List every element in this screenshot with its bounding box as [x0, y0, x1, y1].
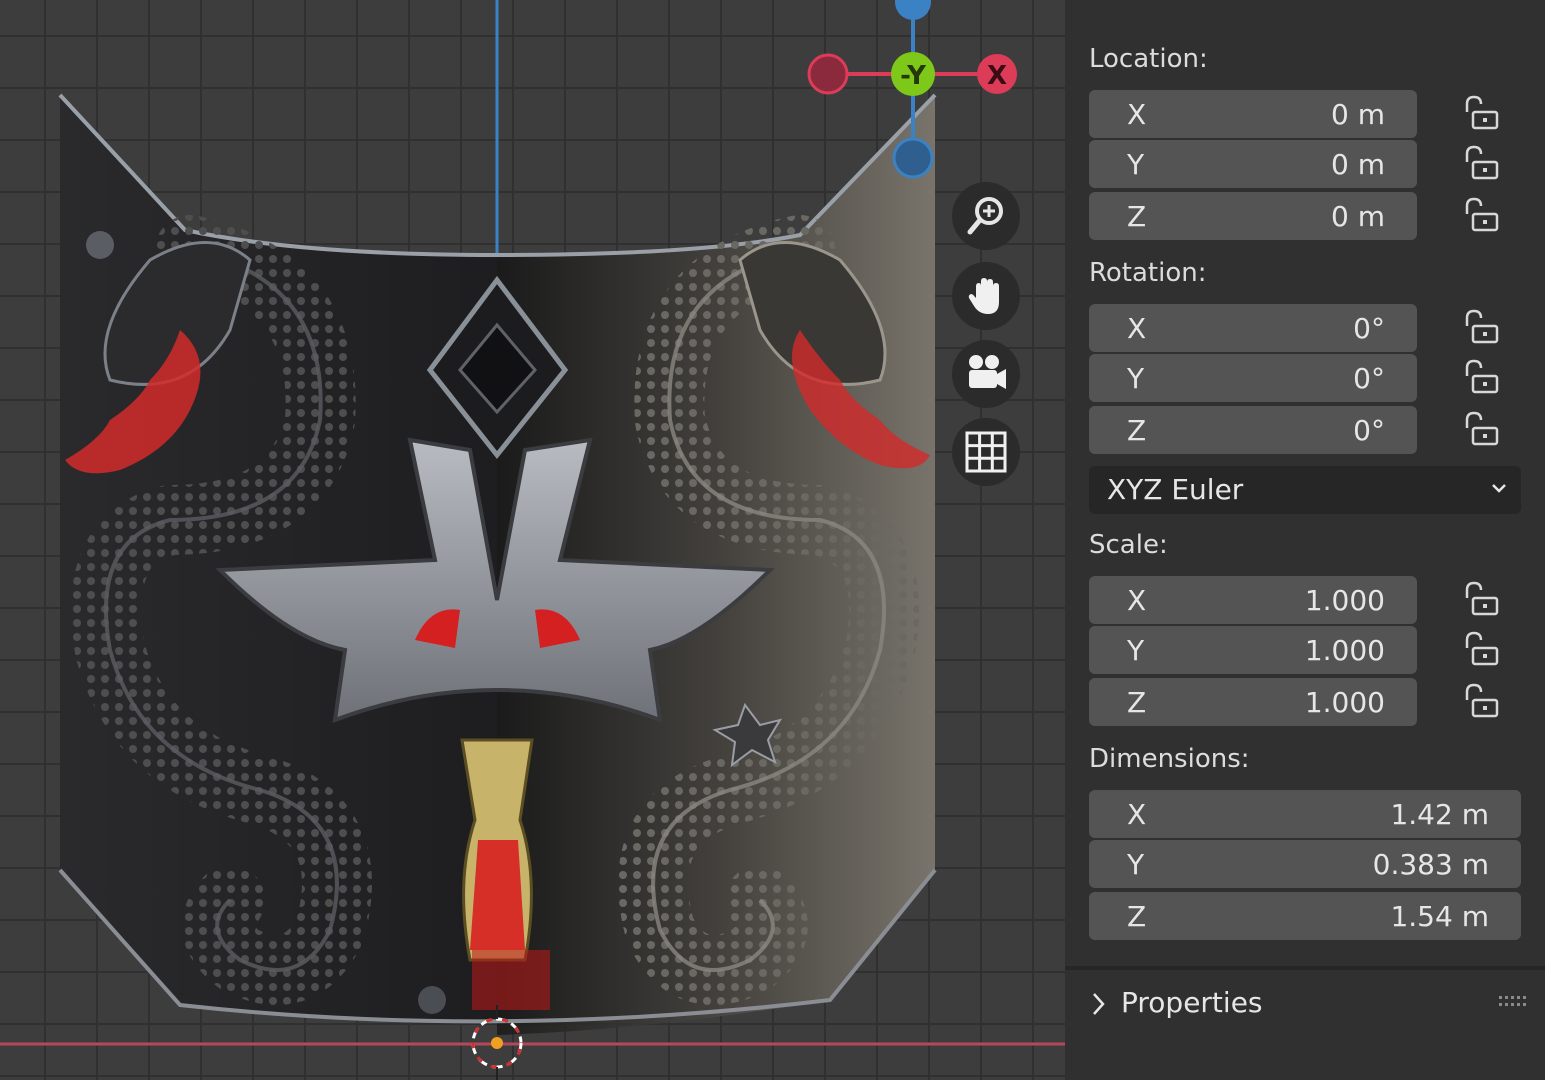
- location-x-value: 0 m: [1331, 98, 1385, 131]
- rotation-x-field[interactable]: X 0°: [1089, 304, 1417, 352]
- unlock-icon[interactable]: [1461, 410, 1501, 450]
- location-z-field[interactable]: Z 0 m: [1089, 192, 1417, 240]
- axis-label: Y: [1127, 362, 1145, 395]
- zoom-button[interactable]: [952, 182, 1020, 250]
- scale-x-field[interactable]: X 1.000: [1089, 576, 1417, 624]
- unlock-icon[interactable]: [1461, 682, 1501, 722]
- axis-label: Y: [1127, 634, 1145, 667]
- location-y-value: 0 m: [1331, 148, 1385, 181]
- camera-icon: [969, 355, 1006, 389]
- axis-label: X: [1127, 798, 1147, 831]
- gizmo-y-label: -Y: [900, 61, 927, 91]
- axis-label: Z: [1127, 900, 1147, 933]
- axis-label: Z: [1127, 686, 1147, 719]
- scale-z-value: 1.000: [1304, 686, 1385, 719]
- axis-label: X: [1127, 584, 1147, 617]
- ortho-toggle-button[interactable]: [952, 418, 1020, 486]
- scale-x-value: 1.000: [1304, 584, 1385, 617]
- z-negative-handle: [892, 137, 934, 179]
- grid-icon: [965, 431, 1007, 473]
- dimensions-x-field[interactable]: X 1.42 m: [1089, 790, 1521, 838]
- scale-label: Scale:: [1089, 530, 1168, 560]
- hand-pan-icon: [968, 278, 999, 314]
- axis-gizmo: X -Y: [807, 0, 1017, 179]
- dimensions-y-field[interactable]: Y 0.383 m: [1089, 840, 1521, 888]
- axis-label: X: [1127, 98, 1147, 131]
- axis-label: Y: [1127, 848, 1145, 881]
- dimensions-label: Dimensions:: [1089, 744, 1250, 774]
- dimensions-y-value: 0.383 m: [1372, 848, 1489, 881]
- unlock-icon[interactable]: [1461, 630, 1501, 670]
- pan-button[interactable]: [952, 262, 1020, 330]
- drag-grip-icon[interactable]: [1499, 994, 1527, 1010]
- chevron-down-icon: [1492, 484, 1506, 493]
- location-label: Location:: [1089, 44, 1208, 74]
- scale-y-value: 1.000: [1304, 634, 1385, 667]
- dimensions-z-value: 1.54 m: [1390, 900, 1489, 933]
- x-negative-handle: [807, 53, 849, 95]
- location-x-field[interactable]: X 0 m: [1089, 90, 1417, 138]
- rotation-y-field[interactable]: Y 0°: [1089, 354, 1417, 402]
- location-y-field[interactable]: Y 0 m: [1089, 140, 1417, 188]
- location-z-value: 0 m: [1331, 200, 1385, 233]
- rotation-mode-value: XYZ Euler: [1107, 473, 1244, 506]
- rotation-x-value: 0°: [1353, 312, 1385, 345]
- rotation-z-field[interactable]: Z 0°: [1089, 406, 1417, 454]
- 3d-viewport[interactable]: X -Y: [0, 0, 1065, 1080]
- dimensions-x-value: 1.42 m: [1390, 798, 1489, 831]
- rotation-y-value: 0°: [1353, 362, 1385, 395]
- unlock-icon[interactable]: [1461, 580, 1501, 620]
- scene-render: X -Y: [0, 0, 1065, 1080]
- rotation-label: Rotation:: [1089, 258, 1207, 288]
- z-positive-handle: [895, 0, 931, 20]
- properties-section-header[interactable]: Properties: [1065, 970, 1545, 1040]
- axis-label: Y: [1127, 148, 1145, 181]
- unlock-icon[interactable]: [1461, 144, 1501, 184]
- zoom-icon: [967, 197, 1003, 235]
- unlock-icon[interactable]: [1461, 308, 1501, 348]
- properties-label: Properties: [1121, 986, 1263, 1019]
- axis-label: Z: [1127, 200, 1147, 233]
- unlock-icon[interactable]: [1461, 196, 1501, 236]
- rotation-z-value: 0°: [1353, 414, 1385, 447]
- rotation-mode-dropdown[interactable]: XYZ Euler: [1089, 466, 1521, 514]
- scale-y-field[interactable]: Y 1.000: [1089, 626, 1417, 674]
- axis-label: Z: [1127, 414, 1147, 447]
- dimensions-z-field[interactable]: Z 1.54 m: [1089, 892, 1521, 940]
- chevron-right-icon: [1093, 993, 1105, 1015]
- unlock-icon[interactable]: [1461, 94, 1501, 134]
- gizmo-x-label: X: [987, 61, 1007, 91]
- unlock-icon[interactable]: [1461, 358, 1501, 398]
- camera-view-button[interactable]: [952, 340, 1020, 408]
- transform-panel: Location: X 0 m Y 0 m Z 0 m Rotation: X …: [1065, 0, 1545, 1080]
- axis-label: X: [1127, 312, 1147, 345]
- scale-z-field[interactable]: Z 1.000: [1089, 678, 1417, 726]
